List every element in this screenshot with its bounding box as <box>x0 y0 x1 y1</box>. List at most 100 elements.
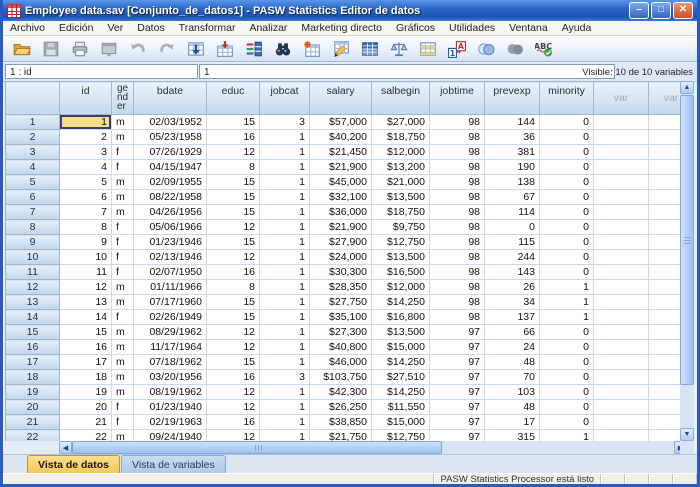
cell[interactable]: 12 <box>60 280 112 295</box>
cell[interactable]: 16 <box>207 265 260 280</box>
cell[interactable] <box>594 265 649 280</box>
row-number[interactable]: 2 <box>6 130 60 145</box>
row-number[interactable]: 22 <box>6 430 60 442</box>
goto-variable-icon[interactable] <box>212 37 237 60</box>
row-number[interactable]: 17 <box>6 355 60 370</box>
cell[interactable]: m <box>112 340 134 355</box>
cell[interactable] <box>594 205 649 220</box>
find-icon[interactable] <box>270 37 295 60</box>
cell[interactable]: m <box>112 280 134 295</box>
vertical-scroll-thumb[interactable] <box>680 95 694 385</box>
cell[interactable]: 13 <box>60 295 112 310</box>
cell[interactable]: m <box>112 175 134 190</box>
cell[interactable]: 0 <box>540 190 594 205</box>
cell[interactable]: 98 <box>430 115 485 130</box>
cell[interactable]: 01/11/1966 <box>134 280 207 295</box>
cell[interactable]: $9,750 <box>372 220 430 235</box>
cell[interactable]: $18,750 <box>372 130 430 145</box>
cell[interactable]: 4 <box>60 160 112 175</box>
tab-vista-de-datos[interactable]: Vista de datos <box>27 455 120 473</box>
insert-cases-icon[interactable] <box>299 37 324 60</box>
cell[interactable]: $35,100 <box>310 310 372 325</box>
cell[interactable]: 3 <box>60 145 112 160</box>
row-number[interactable]: 4 <box>6 160 60 175</box>
redo-icon[interactable] <box>154 37 179 60</box>
column-header-salbegin[interactable]: salbegin <box>372 82 430 115</box>
cell[interactable]: 97 <box>430 340 485 355</box>
cell[interactable]: 08/22/1958 <box>134 190 207 205</box>
cell[interactable]: 98 <box>430 145 485 160</box>
weight-cases-icon[interactable] <box>386 37 411 60</box>
cell[interactable]: 5 <box>60 175 112 190</box>
cell[interactable]: $12,750 <box>372 430 430 442</box>
cell[interactable] <box>594 130 649 145</box>
show-all-variables-icon[interactable] <box>502 37 527 60</box>
menu-item-ventana[interactable]: Ventana <box>502 21 555 35</box>
column-header-minority[interactable]: minority <box>540 82 594 115</box>
cell[interactable]: 12 <box>207 340 260 355</box>
menu-item-datos[interactable]: Datos <box>130 21 171 35</box>
column-header-jobtime[interactable]: jobtime <box>430 82 485 115</box>
cell[interactable]: $103,750 <box>310 370 372 385</box>
cell[interactable]: $27,750 <box>310 295 372 310</box>
cell[interactable]: 1 <box>260 250 310 265</box>
cell[interactable]: 1 <box>260 355 310 370</box>
cell[interactable]: f <box>112 415 134 430</box>
recall-dialogs-icon[interactable] <box>96 37 121 60</box>
cell[interactable]: f <box>112 250 134 265</box>
cell[interactable]: m <box>112 295 134 310</box>
cell[interactable]: $28,350 <box>310 280 372 295</box>
cell[interactable]: 34 <box>485 295 540 310</box>
cell[interactable]: $13,500 <box>372 190 430 205</box>
cell[interactable]: 18 <box>60 370 112 385</box>
use-variable-sets-icon[interactable] <box>473 37 498 60</box>
cell[interactable]: 20 <box>60 400 112 415</box>
row-number[interactable]: 16 <box>6 340 60 355</box>
cell[interactable]: 0 <box>540 265 594 280</box>
cell[interactable] <box>594 370 649 385</box>
cell[interactable]: $14,250 <box>372 385 430 400</box>
title-bar[interactable]: Employee data.sav [Conjunto_de_datos1] -… <box>3 0 697 21</box>
cell[interactable]: 17 <box>60 355 112 370</box>
cell[interactable]: $15,000 <box>372 340 430 355</box>
cell[interactable]: $14,250 <box>372 295 430 310</box>
cell[interactable]: $46,000 <box>310 355 372 370</box>
cell[interactable]: 0 <box>540 250 594 265</box>
print-icon[interactable] <box>67 37 92 60</box>
cell[interactable]: $26,250 <box>310 400 372 415</box>
cell[interactable]: $12,000 <box>372 145 430 160</box>
cell[interactable]: 07/18/1962 <box>134 355 207 370</box>
menu-item-ayuda[interactable]: Ayuda <box>555 21 599 35</box>
cell[interactable] <box>594 280 649 295</box>
cell[interactable]: f <box>112 235 134 250</box>
cell[interactable]: f <box>112 310 134 325</box>
cell[interactable]: 01/23/1946 <box>134 235 207 250</box>
cell[interactable]: 12 <box>207 220 260 235</box>
save-icon[interactable] <box>38 37 63 60</box>
cell[interactable]: 09/24/1940 <box>134 430 207 442</box>
cell[interactable]: 8 <box>207 280 260 295</box>
cell[interactable]: 138 <box>485 175 540 190</box>
scroll-up-icon[interactable]: ▲ <box>680 81 694 94</box>
cell[interactable] <box>594 175 649 190</box>
cell[interactable] <box>594 340 649 355</box>
menu-item-marketing-directo[interactable]: Marketing directo <box>294 21 389 35</box>
cell[interactable]: 115 <box>485 235 540 250</box>
cell[interactable]: $32,100 <box>310 190 372 205</box>
cell[interactable]: 0 <box>540 220 594 235</box>
column-header-jobcat[interactable]: jobcat <box>260 82 310 115</box>
cell[interactable]: 0 <box>540 115 594 130</box>
cell[interactable]: $42,300 <box>310 385 372 400</box>
cell[interactable]: 2 <box>60 130 112 145</box>
cell[interactable]: 22 <box>60 430 112 442</box>
row-number[interactable]: 19 <box>6 385 60 400</box>
row-number[interactable]: 13 <box>6 295 60 310</box>
column-header-var1[interactable]: var <box>594 82 649 115</box>
cell[interactable]: 0 <box>540 385 594 400</box>
cell[interactable] <box>594 295 649 310</box>
cell[interactable]: 1 <box>540 430 594 442</box>
spell-check-icon[interactable]: ABC <box>531 37 556 60</box>
row-number[interactable]: 5 <box>6 175 60 190</box>
cell[interactable]: 1 <box>260 310 310 325</box>
cell[interactable]: 12 <box>207 385 260 400</box>
